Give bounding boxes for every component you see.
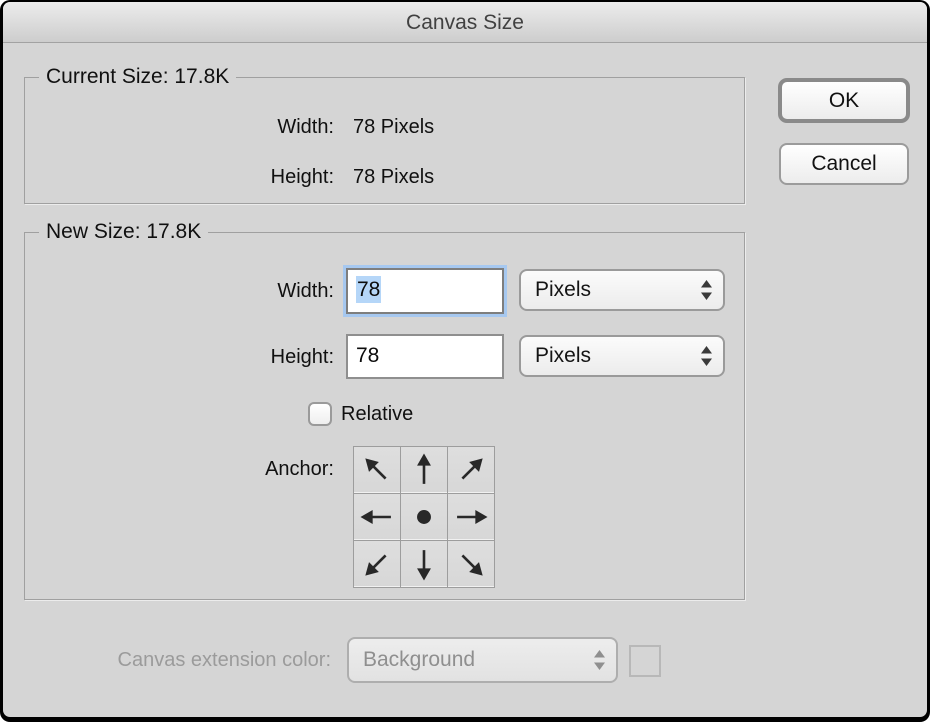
width-unit-select[interactable]: Pixels (519, 269, 725, 311)
anchor-arrow-se-icon (443, 536, 500, 593)
canvas-extension-color-label: Canvas extension color: (3, 648, 331, 673)
new-size-legend: New Size: 17.8K (39, 219, 208, 245)
anchor-arrow-nw-icon (349, 442, 406, 499)
window-title: Canvas Size (406, 11, 524, 34)
new-height-label: Height: (25, 345, 334, 370)
anchor-arrow-ne-icon (443, 442, 500, 499)
width-input[interactable]: 78 (346, 268, 504, 314)
anchor-cell-ne[interactable] (448, 447, 494, 493)
current-width-label: Width: (25, 115, 334, 140)
canvas-extension-color-value: Background (363, 648, 475, 671)
anchor-cell-s[interactable] (401, 541, 447, 587)
current-width-value: 78 Pixels (353, 115, 434, 140)
new-size-group: New Size: 17.8K Width: 78 Pixels Height:… (24, 232, 745, 600)
anchor-arrow-left-icon (357, 497, 397, 537)
anchor-arrow-up-icon (404, 450, 444, 490)
anchor-cell-center[interactable] (401, 494, 447, 540)
extension-color-swatch (629, 645, 661, 677)
new-width-label: Width: (25, 279, 334, 304)
updown-chevron-icon (699, 345, 714, 367)
anchor-cell-nw[interactable] (354, 447, 400, 493)
width-unit-value: Pixels (535, 278, 591, 301)
relative-checkbox[interactable] (308, 402, 332, 426)
ok-button[interactable]: OK (778, 78, 910, 123)
current-height-label: Height: (25, 165, 334, 190)
relative-label: Relative (341, 402, 413, 427)
anchor-label: Anchor: (25, 457, 334, 482)
anchor-cell-sw[interactable] (354, 541, 400, 587)
anchor-cell-w[interactable] (354, 494, 400, 540)
dialog-body: Canvas Size OK Cancel Current Size: 17.8… (3, 2, 927, 717)
current-size-group: Current Size: 17.8K Width: 78 Pixels Hei… (24, 77, 745, 204)
canvas-extension-color-select: Background (347, 637, 618, 683)
updown-chevron-icon (592, 649, 607, 671)
height-unit-value: Pixels (535, 344, 591, 367)
cancel-button[interactable]: Cancel (779, 143, 909, 185)
height-input-text: 78 (356, 344, 379, 367)
anchor-cell-e[interactable] (448, 494, 494, 540)
canvas-size-dialog-window: Canvas Size OK Cancel Current Size: 17.8… (0, 0, 930, 722)
width-input-selected-text: 78 (356, 276, 381, 303)
anchor-cell-n[interactable] (401, 447, 447, 493)
anchor-grid (353, 446, 495, 588)
height-unit-select[interactable]: Pixels (519, 335, 725, 377)
anchor-arrow-sw-icon (349, 536, 406, 593)
height-input[interactable]: 78 (346, 334, 504, 379)
current-size-legend: Current Size: 17.8K (39, 64, 236, 90)
anchor-center-dot-icon (404, 497, 444, 537)
updown-chevron-icon (699, 279, 714, 301)
anchor-arrow-down-icon (404, 544, 444, 584)
current-height-value: 78 Pixels (353, 165, 434, 190)
anchor-arrow-right-icon (451, 497, 491, 537)
anchor-cell-se[interactable] (448, 541, 494, 587)
title-bar[interactable]: Canvas Size (3, 2, 927, 43)
